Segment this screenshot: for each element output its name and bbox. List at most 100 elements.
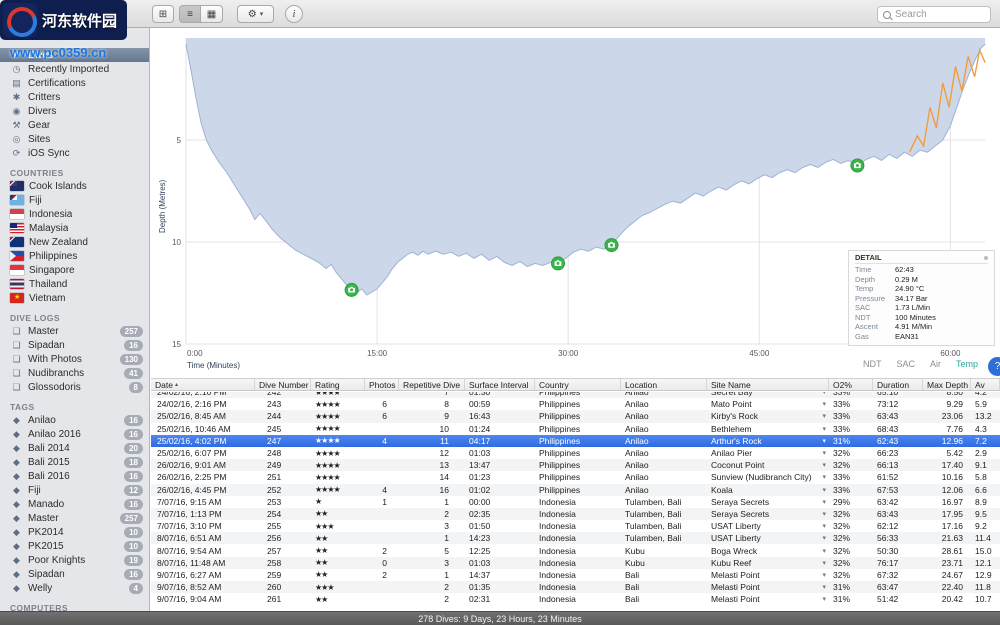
column-header-date[interactable]: Date▴ (151, 379, 255, 390)
sidebar-item-poor-knights[interactable]: ◆Poor Knights19 (0, 553, 149, 567)
camera-marker-icon[interactable] (552, 257, 565, 270)
sidebar-item-sites[interactable]: ◎Sites (0, 132, 149, 146)
sidebar-item-indonesia[interactable]: Indonesia (0, 207, 149, 221)
info-button[interactable]: i (285, 5, 303, 23)
toggle-ndt[interactable]: NDT (863, 359, 882, 369)
chevron-down-icon[interactable]: ▾ (822, 425, 826, 433)
cell-dive-number: 256 (255, 532, 311, 544)
chevron-down-icon[interactable]: ▾ (822, 559, 826, 567)
chevron-down-icon[interactable]: ▾ (822, 392, 826, 396)
search-field[interactable] (877, 6, 991, 23)
sidebar-item-fiji[interactable]: Fiji (0, 193, 149, 207)
column-header-site-name[interactable]: Site Name (707, 379, 829, 390)
table-row[interactable]: 8/07/16, 11:48 AM258★★0301:03IndonesiaKu… (151, 557, 1000, 569)
chevron-down-icon[interactable]: ▾ (822, 400, 826, 408)
table-row[interactable]: 7/07/16, 9:15 AM253★1100:00IndonesiaTula… (151, 496, 1000, 508)
sidebar-item-anilao-2016[interactable]: ◆Anilao 201616 (0, 427, 149, 441)
toggle-temp[interactable]: Temp (956, 359, 978, 369)
sidebar-item-gear[interactable]: ⚒Gear (0, 118, 149, 132)
column-header-av[interactable]: Av (971, 379, 1000, 390)
table-row[interactable]: 26/02/16, 2:25 PM251★★★★1401:23Philippin… (151, 471, 1000, 483)
table-row[interactable]: 8/07/16, 6:51 AM256★★114:23IndonesiaTula… (151, 532, 1000, 544)
chevron-down-icon[interactable]: ▾ (822, 510, 826, 518)
table-view-button[interactable]: ⊞ (152, 5, 174, 23)
toggle-air[interactable]: Air (930, 359, 941, 369)
sidebar-item-cook-islands[interactable]: Cook Islands (0, 179, 149, 193)
column-header-rating[interactable]: Rating (311, 379, 365, 390)
column-header-country[interactable]: Country (535, 379, 621, 390)
table-row[interactable]: 26/02/16, 4:45 PM252★★★★41601:02Philippi… (151, 484, 1000, 496)
sidebar-item-bali-2016[interactable]: ◆Bali 201616 (0, 469, 149, 483)
chevron-down-icon[interactable]: ▾ (822, 583, 826, 591)
action-menu-button[interactable]: ⚙ ▾ (237, 5, 274, 23)
chevron-down-icon[interactable]: ▾ (822, 498, 826, 506)
sidebar-item-pk2015[interactable]: ◆PK201510 (0, 539, 149, 553)
table-row[interactable]: 25/02/16, 8:45 AM244★★★★6916:43Philippin… (151, 410, 1000, 422)
chevron-down-icon[interactable]: ▾ (822, 437, 826, 445)
sidebar-item-thailand[interactable]: Thailand (0, 277, 149, 291)
column-header-location[interactable]: Location (621, 379, 707, 390)
chevron-down-icon[interactable]: ▾ (822, 473, 826, 481)
chevron-down-icon[interactable]: ▾ (822, 547, 826, 555)
sidebar-item-manado[interactable]: ◆Manado16 (0, 497, 149, 511)
column-header-o2[interactable]: O2% (829, 379, 873, 390)
sidebar-item-sipadan[interactable]: ◆Sipadan16 (0, 567, 149, 581)
chevron-down-icon[interactable]: ▾ (822, 571, 826, 579)
chevron-down-icon[interactable]: ▾ (822, 522, 826, 530)
camera-marker-icon[interactable] (851, 159, 864, 172)
column-header-surface-interval[interactable]: Surface Interval (465, 379, 535, 390)
camera-marker-icon[interactable] (345, 283, 358, 296)
table-row[interactable]: 8/07/16, 9:54 AM257★★2512:25IndonesiaKub… (151, 544, 1000, 556)
gallery-view-button[interactable]: ▦ (201, 5, 223, 23)
table-row[interactable]: 24/02/16, 2:16 PM243★★★★6800:59Philippin… (151, 398, 1000, 410)
chevron-down-icon[interactable]: ▾ (822, 412, 826, 420)
chevron-down-icon[interactable]: ▾ (822, 461, 826, 469)
chevron-down-icon[interactable]: ▾ (822, 534, 826, 542)
table-row[interactable]: 25/02/16, 10:46 AM245★★★★1001:24Philippi… (151, 423, 1000, 435)
sidebar-item-bali-2014[interactable]: ◆Bali 201420 (0, 441, 149, 455)
toggle-sac[interactable]: SAC (896, 359, 915, 369)
sidebar-item-master[interactable]: ◆Master257 (0, 511, 149, 525)
sidebar-item-pk2014[interactable]: ◆PK201410 (0, 525, 149, 539)
table-row[interactable]: 7/07/16, 3:10 PM255★★★301:50IndonesiaTul… (151, 520, 1000, 532)
dive-profile-chart[interactable]: 510150:0015:0030:0045:0060:00 Depth (Met… (151, 28, 1000, 378)
column-header-dive-number[interactable]: Dive Number (255, 379, 311, 390)
sidebar-item-ios-sync[interactable]: ⟳iOS Sync (0, 146, 149, 160)
camera-marker-icon[interactable] (605, 239, 618, 252)
sidebar-item-with-photos[interactable]: ❏With Photos130 (0, 352, 149, 366)
sidebar-item-glossodoris[interactable]: ❏Glossodoris8 (0, 380, 149, 394)
sidebar-item-critters[interactable]: ✱Critters (0, 90, 149, 104)
sidebar-item-malaysia[interactable]: Malaysia (0, 221, 149, 235)
chevron-down-icon[interactable]: ▾ (822, 595, 826, 603)
column-header-max-depth[interactable]: Max Depth (923, 379, 971, 390)
sidebar-item-welly[interactable]: ◆Welly4 (0, 581, 149, 595)
sidebar-item-singapore[interactable]: Singapore (0, 263, 149, 277)
table-row[interactable]: 9/07/16, 8:52 AM260★★★201:35IndonesiaBal… (151, 581, 1000, 593)
sidebar-item-fiji[interactable]: ◆Fiji12 (0, 483, 149, 497)
sidebar-item-anilao[interactable]: ◆Anilao16 (0, 413, 149, 427)
table-row[interactable]: 9/07/16, 6:27 AM259★★2114:37IndonesiaBal… (151, 569, 1000, 581)
chevron-down-icon[interactable]: ▾ (822, 449, 826, 457)
sidebar-item-nudibranchs[interactable]: ❏Nudibranchs41 (0, 366, 149, 380)
sidebar-item-bali-2015[interactable]: ◆Bali 201518 (0, 455, 149, 469)
list-view-button[interactable]: ≡ (179, 5, 201, 23)
table-row[interactable]: 9/07/16, 9:04 AM261★★202:31IndonesiaBali… (151, 593, 1000, 605)
help-button[interactable]: ? (988, 357, 1000, 376)
column-header-repetitive-dive[interactable]: Repetitive Dive (399, 379, 465, 390)
table-row[interactable]: 26/02/16, 9:01 AM249★★★★1313:47Philippin… (151, 459, 1000, 471)
sidebar-item-new-zealand[interactable]: New Zealand (0, 235, 149, 249)
table-row[interactable]: 25/02/16, 4:02 PM247★★★★41104:17Philippi… (151, 435, 1000, 447)
sidebar-item-vietnam[interactable]: Vietnam (0, 291, 149, 305)
sidebar-item-philippines[interactable]: Philippines (0, 249, 149, 263)
sidebar-item-sipadan[interactable]: ❏Sipadan16 (0, 338, 149, 352)
table-row[interactable]: 7/07/16, 1:13 PM254★★202:35IndonesiaTula… (151, 508, 1000, 520)
sidebar-item-recently-imported[interactable]: ◷Recently Imported (0, 62, 149, 76)
column-header-duration[interactable]: Duration (873, 379, 923, 390)
sidebar-item-master[interactable]: ❏Master257 (0, 324, 149, 338)
column-header-photos[interactable]: Photos (365, 379, 399, 390)
sidebar-item-certifications[interactable]: ▤Certifications (0, 76, 149, 90)
chevron-down-icon[interactable]: ▾ (822, 486, 826, 494)
sidebar-item-divers[interactable]: ◉Divers (0, 104, 149, 118)
search-input[interactable] (895, 9, 985, 20)
table-row[interactable]: 25/02/16, 6:07 PM248★★★★1201:03Philippin… (151, 447, 1000, 459)
